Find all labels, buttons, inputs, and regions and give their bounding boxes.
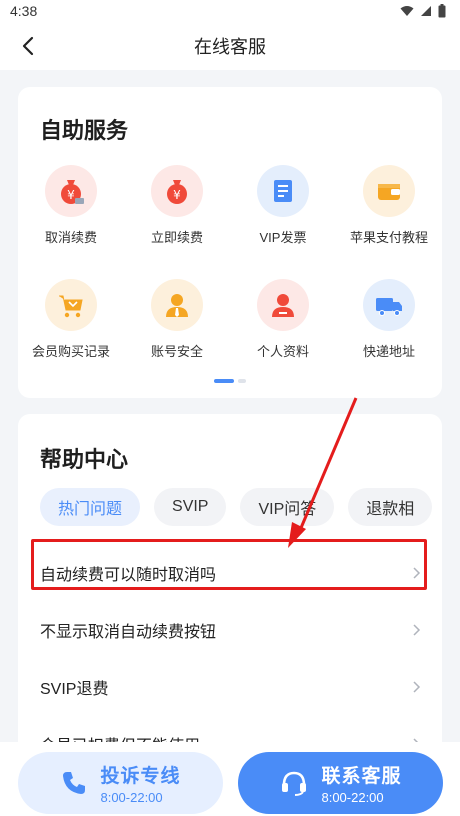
service-label: 个人资料 (256, 344, 309, 359)
back-button[interactable] (14, 32, 42, 60)
service-label: 苹果支付教程 (349, 230, 428, 245)
signal-icon (421, 6, 431, 16)
service-item-vip-invoice[interactable]: VIP发票 (230, 165, 336, 246)
headset-icon (282, 771, 307, 796)
status-bar: 4:38 (0, 0, 460, 22)
bottom-action-bar: 投诉专线 8:00-22:00 联系客服 8:00-22:00 (0, 742, 460, 816)
battery-icon (438, 4, 446, 18)
tab-svip[interactable]: SVIP (154, 488, 227, 526)
question-text: 不显示取消自动续费按钮 (40, 623, 217, 641)
service-item-renew-now[interactable]: ¥ 立即续费 (124, 165, 230, 246)
navigation-bar: 在线客服 (0, 22, 460, 70)
cart-icon (45, 279, 97, 331)
svg-text:¥: ¥ (173, 188, 181, 202)
contact-hours: 8:00-22:00 (321, 790, 384, 805)
chevron-left-icon (22, 36, 34, 56)
service-label: VIP发票 (259, 230, 307, 245)
question-text: SVIP退费 (40, 680, 109, 698)
self-service-title: 自助服务 (40, 118, 129, 143)
chevron-right-icon (413, 680, 421, 693)
service-label: 快递地址 (362, 344, 415, 359)
complaint-hotline-button[interactable]: 投诉专线 8:00-22:00 (18, 752, 223, 814)
page-dot (238, 379, 246, 383)
service-item-profile[interactable]: 个人资料 (230, 279, 336, 360)
contact-support-button[interactable]: 联系客服 8:00-22:00 (238, 752, 443, 814)
money-bag-icon: ¥ (151, 165, 203, 217)
complaint-title: 投诉专线 (100, 766, 181, 787)
tab-hot-questions[interactable]: 热门问题 (40, 488, 141, 526)
service-label: 会员购买记录 (31, 344, 110, 359)
service-label: 账号安全 (150, 344, 203, 359)
page-indicator (214, 379, 246, 383)
user-tie-icon (151, 279, 203, 331)
status-time: 4:38 (10, 3, 38, 19)
service-item-shipping-address[interactable]: 快递地址 (336, 279, 442, 360)
help-tabs: 热门问题 SVIP VIP问答 退款相 (40, 488, 433, 526)
help-center-title: 帮助中心 (40, 447, 129, 472)
money-bag-icon: ¥ (45, 165, 97, 217)
service-item-purchase-history[interactable]: 会员购买记录 (18, 279, 124, 360)
question-item[interactable]: 不显示取消自动续费按钮 (18, 601, 442, 658)
question-item[interactable]: SVIP退费 (18, 658, 442, 715)
service-item-apple-pay-tutorial[interactable]: 苹果支付教程 (336, 165, 442, 246)
service-item-account-security[interactable]: 账号安全 (124, 279, 230, 360)
tab-refund[interactable]: 退款相 (348, 488, 433, 526)
service-item-cancel-renewal[interactable]: ¥ 取消续费 (18, 165, 124, 246)
service-label: 取消续费 (44, 230, 97, 245)
page-dot-active (214, 379, 234, 383)
tab-vip-qa[interactable]: VIP问答 (240, 488, 335, 526)
status-icons (400, 4, 446, 18)
phone-icon (63, 772, 86, 794)
page-title: 在线客服 (194, 37, 266, 57)
contact-title: 联系客服 (321, 766, 402, 787)
chevron-right-icon (413, 623, 421, 636)
invoice-icon (257, 165, 309, 217)
truck-icon (363, 279, 415, 331)
svg-text:¥: ¥ (67, 188, 75, 202)
wallet-icon (363, 165, 415, 217)
service-label: 立即续费 (150, 230, 203, 245)
annotation-highlight-box (31, 539, 427, 590)
wifi-icon (400, 6, 414, 16)
user-icon (257, 279, 309, 331)
self-service-card: 自助服务 ¥ 取消续费 ¥ 立即续费 VIP发票 苹果支付教程 会员购买记录 账… (18, 87, 442, 398)
complaint-hours: 8:00-22:00 (100, 790, 163, 805)
